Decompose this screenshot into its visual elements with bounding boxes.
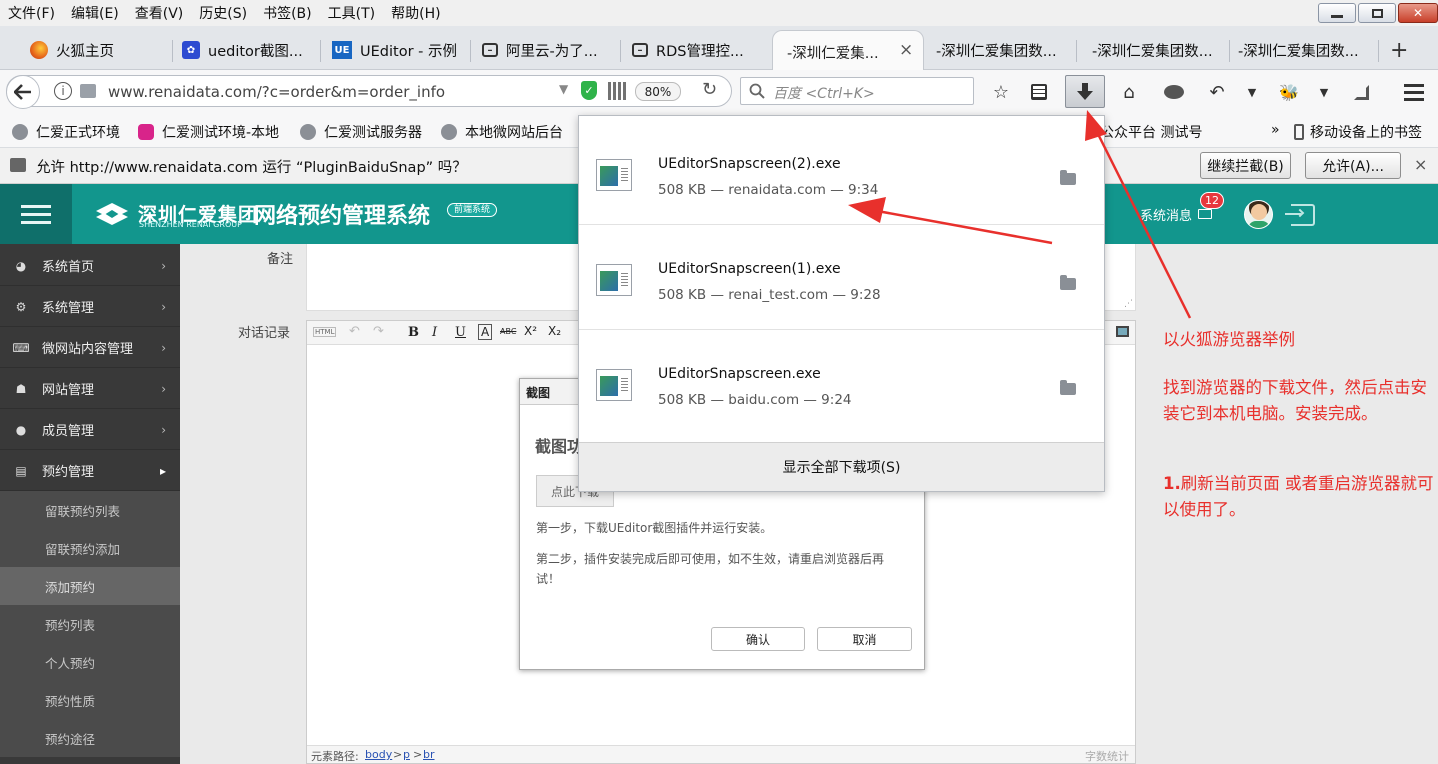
annotation-example: 以火狐游览器举例	[1163, 330, 1295, 349]
annotation-refresh: 1.刷新当前页面 或者重启游览器就可以使用了。	[1163, 471, 1435, 523]
annotation-refresh-text: 刷新当前页面 或者重启游览器就可以使用了。	[1163, 474, 1434, 519]
annotation-instructions: 找到游览器的下载文件，然后点击安装它到本机电脑。安装完成。	[1163, 378, 1427, 423]
annotation-step-number: 1.	[1163, 474, 1181, 493]
